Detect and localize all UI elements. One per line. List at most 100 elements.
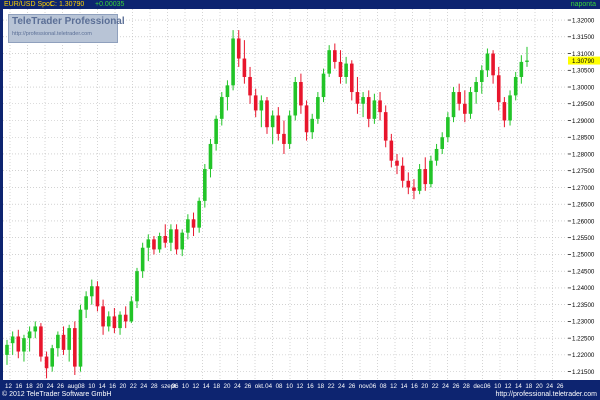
candle-body <box>423 169 428 185</box>
x-tick-label: 06 <box>172 383 179 390</box>
x-tick-label: 08 <box>276 383 283 390</box>
candle-body <box>50 348 55 367</box>
x-tick-label: 12 <box>296 383 303 390</box>
x-tick-label: 20 <box>224 383 231 390</box>
x-tick-label: 26 <box>57 383 64 390</box>
candle-body <box>434 148 439 161</box>
candle-body <box>525 60 529 62</box>
candle-body <box>146 239 151 248</box>
x-tick-label: 14 <box>203 383 210 390</box>
candle-body <box>468 92 473 114</box>
candle-body <box>310 118 315 133</box>
candle-body <box>242 58 247 77</box>
y-tick-label: 1.28500 <box>572 135 595 142</box>
y-tick-label: 1.25500 <box>572 235 595 242</box>
y-tick-label: 1.24000 <box>572 285 595 292</box>
logo-url: http://professional.teletrader.com <box>12 31 92 37</box>
x-tick-label: 04 <box>265 383 272 390</box>
candle-body <box>474 81 478 93</box>
candle-body <box>106 316 111 327</box>
y-tick-label: 1.28000 <box>572 151 595 158</box>
candle-body <box>485 53 490 71</box>
y-tick-label: 1.22500 <box>572 335 595 342</box>
logo-title: TeleTrader Professional <box>12 16 125 27</box>
candle-body <box>27 331 32 339</box>
x-tick-label: 18 <box>525 383 532 390</box>
candle-body <box>208 143 213 170</box>
x-tick-label: 24 <box>338 383 345 390</box>
x-tick-label: 16 <box>109 383 116 390</box>
candle-body <box>270 115 275 128</box>
candle-body <box>118 314 122 329</box>
candle-body <box>231 38 235 86</box>
candle-body <box>508 95 512 121</box>
y-tick-label: 1.29500 <box>572 101 595 108</box>
candle-body <box>304 105 309 133</box>
candle-body <box>10 336 15 344</box>
candle-body <box>316 97 320 119</box>
x-tick-label: 24 <box>234 383 241 390</box>
candle-body <box>321 73 326 98</box>
candle-body <box>344 63 348 77</box>
y-tick-label: 1.30500 <box>572 68 595 75</box>
candle-body <box>135 271 139 302</box>
candle-body <box>265 100 269 128</box>
x-tick-label: 06 <box>484 383 491 390</box>
candle-body <box>219 97 224 119</box>
x-tick-label: 20 <box>421 383 428 390</box>
y-tick-labels: 1.21500 1.22000 1.22500 1.23000 1.23500 1.240… <box>568 17 595 376</box>
x-tick-label: 24 <box>442 383 449 390</box>
y-tick-label: 1.27000 <box>572 185 595 192</box>
candle-body <box>366 97 371 119</box>
last-price-label: 1.30790 <box>572 58 595 65</box>
footer-url[interactable]: http://professional.teletrader.com <box>495 390 597 399</box>
candle-body <box>383 112 388 141</box>
candlestick-chart: 1.21500 1.22000 1.22500 1.23000 1.23500 1.240… <box>3 9 600 390</box>
candle-body <box>479 70 484 82</box>
candle-body <box>412 187 416 191</box>
candle-body <box>61 334 66 350</box>
x-tick-label: 22 <box>328 383 335 390</box>
grid <box>3 9 568 380</box>
candle-body <box>89 286 94 297</box>
candle-body <box>446 117 450 138</box>
candle-body <box>236 38 241 59</box>
candle-body <box>174 229 179 250</box>
x-tick-label: 12 <box>5 383 12 390</box>
x-tick-label: 20 <box>36 383 43 390</box>
candle-body <box>361 97 365 104</box>
y-tick-label: 1.29000 <box>572 118 595 125</box>
y-tick-label: 1.25000 <box>572 252 595 259</box>
x-tick-label: 18 <box>26 383 33 390</box>
candle-body <box>327 50 331 74</box>
x-tick-label: 20 <box>119 383 126 390</box>
x-tick-label: 10 <box>286 383 293 390</box>
x-tick-label: 10 <box>182 383 189 390</box>
candle-body <box>389 140 394 161</box>
candle-body <box>140 247 145 272</box>
candle-body <box>259 100 264 111</box>
candle-body <box>440 137 445 149</box>
candle-body <box>78 309 83 367</box>
x-tick-label: okt. <box>255 383 265 390</box>
candle-body <box>282 133 286 144</box>
candle-body <box>44 356 49 369</box>
x-tick-label: 18 <box>213 383 220 390</box>
candle-body <box>203 169 207 201</box>
candle-body <box>406 180 411 188</box>
candle-body <box>214 118 218 144</box>
candle-body <box>95 286 100 307</box>
y-tick-label: 1.26000 <box>572 218 595 225</box>
candle-body <box>5 344 9 355</box>
x-tick-label: 24 <box>546 383 553 390</box>
candle-body <box>84 296 88 310</box>
candle-body <box>123 314 128 322</box>
x-tick-label: 24 <box>140 383 147 390</box>
last-price-marker: 1.30790 <box>568 56 600 65</box>
x-tick-labels: 12 16 18 20 24 26 aug.08 10 14 16 20 22 24 28 szept.06… <box>5 383 564 390</box>
y-tick-label: 1.22000 <box>572 352 595 359</box>
x-tick-label: 26 <box>348 383 355 390</box>
candle-body <box>429 160 433 185</box>
candle-body <box>519 61 524 77</box>
x-tick-label: 08 <box>380 383 387 390</box>
